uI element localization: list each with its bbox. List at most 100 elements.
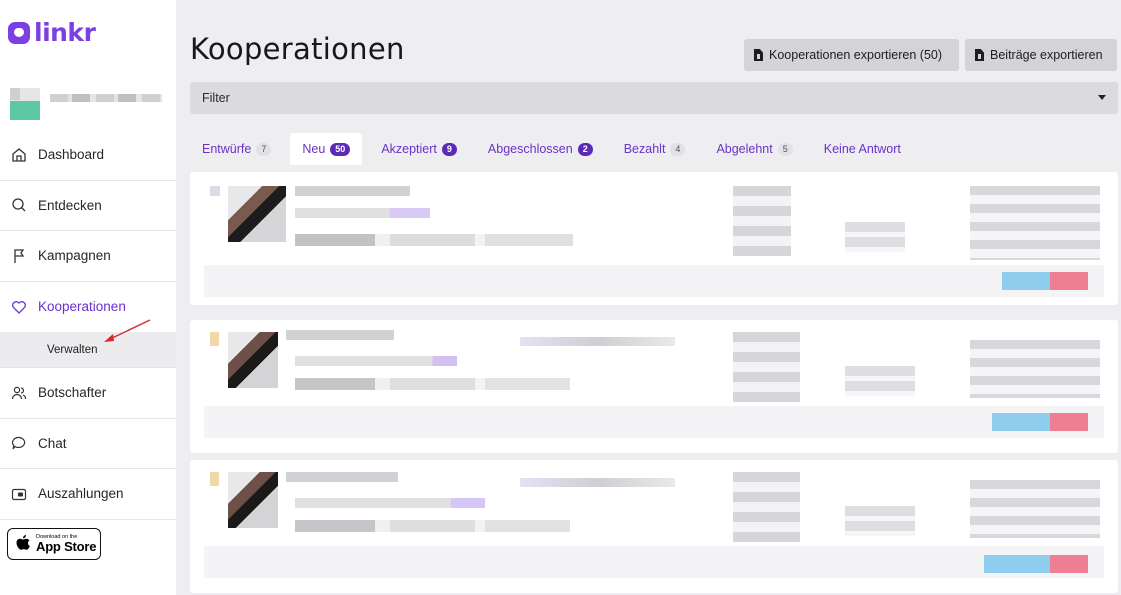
status-bar-blue xyxy=(1002,272,1050,290)
export-posts-button[interactable]: Beiträge exportieren xyxy=(965,39,1117,71)
cooperation-card[interactable] xyxy=(190,172,1118,305)
status-tabs: Entwürfe 7 Neu 50 Akzeptiert 9 Abgeschlo… xyxy=(190,133,920,165)
blurred-stats xyxy=(845,506,915,536)
status-marker xyxy=(210,186,220,196)
blurred-handle xyxy=(295,356,457,366)
export-cooperations-button[interactable]: Kooperationen exportieren (50) xyxy=(744,39,959,71)
sidebar-item-label: Kooperationen xyxy=(38,299,126,315)
flag-icon xyxy=(10,247,28,265)
count-badge: 2 xyxy=(577,142,593,156)
blurred-name xyxy=(295,186,410,196)
sidebar-item-label: Chat xyxy=(38,435,67,451)
status-bar-blue xyxy=(992,413,1050,431)
blurred-name xyxy=(286,330,394,340)
logo-text: linkr xyxy=(34,18,96,47)
blurred-title xyxy=(520,337,675,346)
filter-label: Filter xyxy=(202,91,230,105)
sidebar-nav: Dashboard Entdecken Kampagnen Kooperatio… xyxy=(0,130,176,520)
tab-neu[interactable]: Neu 50 xyxy=(290,133,363,165)
blurred-handle xyxy=(295,498,485,508)
users-icon xyxy=(10,384,28,402)
sidebar-item-kampagnen[interactable]: Kampagnen xyxy=(0,231,176,282)
cooperation-card[interactable] xyxy=(190,320,1118,453)
page-title: Kooperationen xyxy=(190,32,405,66)
blurred-title xyxy=(520,478,675,487)
file-download-icon xyxy=(754,49,763,61)
status-bar-red xyxy=(1050,272,1088,290)
count-badge: 7 xyxy=(256,142,272,156)
blurred-meta xyxy=(970,480,1100,538)
account-profile[interactable] xyxy=(10,88,162,120)
tab-label: Bezahlt xyxy=(623,142,666,156)
sidebar-item-kooperationen[interactable]: Kooperationen xyxy=(0,282,176,333)
sidebar-item-label: Dashboard xyxy=(38,147,105,163)
sidebar-subitem-verwalten[interactable]: Verwalten xyxy=(0,332,176,368)
tab-keine-antwort[interactable]: Keine Antwort xyxy=(812,133,913,165)
blurred-details xyxy=(295,520,570,532)
chat-icon xyxy=(10,434,28,452)
status-bar-blue xyxy=(984,555,1050,573)
blurred-stats xyxy=(733,332,800,402)
tab-bezahlt[interactable]: Bezahlt 4 xyxy=(612,133,698,165)
count-badge: 4 xyxy=(670,142,686,156)
linkr-logo[interactable]: linkr xyxy=(8,18,96,47)
tab-entwuerfe[interactable]: Entwürfe 7 xyxy=(190,133,283,165)
blurred-details xyxy=(295,378,570,390)
tab-label: Entwürfe xyxy=(202,142,252,156)
account-name-blurred xyxy=(50,94,162,102)
tab-abgeschlossen[interactable]: Abgeschlossen 2 xyxy=(476,133,605,165)
wallet-icon xyxy=(10,485,28,503)
status-marker xyxy=(210,472,219,486)
export-posts-label: Beiträge exportieren xyxy=(990,48,1103,62)
blurred-stats xyxy=(845,366,915,396)
blurred-row xyxy=(204,265,1104,297)
caret-down-icon xyxy=(1098,95,1106,100)
blurred-meta xyxy=(970,340,1100,398)
blurred-meta xyxy=(970,186,1100,260)
avatar xyxy=(10,88,40,120)
blurred-stats xyxy=(733,472,800,542)
status-bar-red xyxy=(1050,413,1088,431)
tab-akzeptiert[interactable]: Akzeptiert 9 xyxy=(369,133,469,165)
tab-label: Akzeptiert xyxy=(381,142,437,156)
count-badge: 50 xyxy=(330,142,351,156)
heart-shield-icon xyxy=(8,21,30,44)
sidebar-item-label: Entdecken xyxy=(38,197,102,213)
tab-label: Abgelehnt xyxy=(716,142,773,156)
tab-abgelehnt[interactable]: Abgelehnt 5 xyxy=(704,133,804,165)
home-icon xyxy=(10,146,28,164)
blurred-stats xyxy=(845,222,905,252)
file-download-icon xyxy=(975,49,984,61)
sidebar-item-auszahlungen[interactable]: Auszahlungen xyxy=(0,469,176,520)
status-marker xyxy=(210,332,219,346)
sidebar-item-dashboard[interactable]: Dashboard xyxy=(0,130,176,181)
avatar xyxy=(228,186,286,242)
filter-dropdown[interactable]: Filter xyxy=(190,82,1118,114)
export-cooperations-label: Kooperationen exportieren (50) xyxy=(769,48,943,62)
tab-label: Keine Antwort xyxy=(823,142,901,156)
count-badge: 5 xyxy=(777,142,793,156)
sidebar-item-botschafter[interactable]: Botschafter xyxy=(0,368,176,419)
sidebar-item-label: Auszahlungen xyxy=(38,486,124,502)
cooperation-card[interactable] xyxy=(190,460,1118,593)
appstore-big-text: App Store xyxy=(36,539,97,554)
sidebar-item-label: Botschafter xyxy=(38,385,107,401)
avatar xyxy=(228,332,278,388)
apple-icon xyxy=(15,534,31,555)
blurred-row xyxy=(204,406,1104,438)
blurred-name xyxy=(286,472,398,482)
count-badge: 9 xyxy=(441,142,457,156)
tab-label: Abgeschlossen xyxy=(487,142,573,156)
sidebar-item-label: Kampagnen xyxy=(38,248,111,264)
tab-label: Neu xyxy=(302,142,326,156)
sidebar: linkr Dashboard Entdecken Kampagnen Koop… xyxy=(0,0,176,595)
status-bar-red xyxy=(1050,555,1088,573)
blurred-stats xyxy=(733,186,791,256)
search-icon xyxy=(10,196,28,214)
sidebar-item-entdecken[interactable]: Entdecken xyxy=(0,181,176,231)
blurred-row xyxy=(204,546,1104,578)
app-store-badge[interactable]: Download on the App Store xyxy=(7,528,101,560)
heart-icon xyxy=(10,298,28,316)
blurred-details xyxy=(295,234,573,246)
sidebar-item-chat[interactable]: Chat xyxy=(0,419,176,469)
